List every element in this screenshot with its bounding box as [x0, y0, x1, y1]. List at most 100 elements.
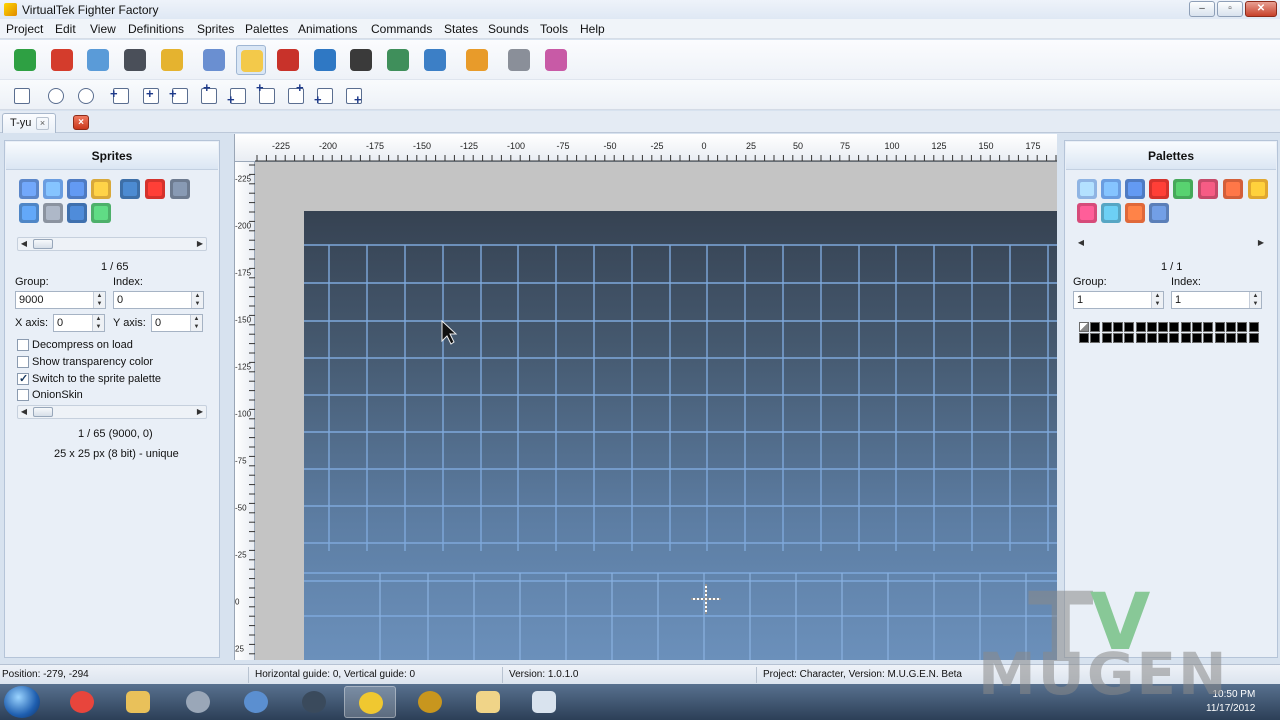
decompress-checkbox[interactable]: [17, 339, 29, 351]
spin-arrows-icon[interactable]: ▲ ▼: [190, 315, 202, 331]
scroll-left-icon[interactable]: ◀: [18, 238, 30, 250]
taskbar-steam[interactable]: [288, 686, 340, 718]
spin-arrows-icon[interactable]: ▲ ▼: [191, 292, 203, 308]
minimize-button[interactable]: –: [1189, 1, 1215, 17]
scroll-right-icon[interactable]: ▶: [194, 238, 206, 250]
transparency-checkbox[interactable]: [17, 356, 29, 368]
delete-palette-icon[interactable]: [1149, 179, 1169, 199]
palette-swatch[interactable]: [1101, 333, 1112, 343]
scroll-thumb[interactable]: [33, 407, 53, 417]
sprite-scrollbar[interactable]: ◀ ▶: [17, 237, 207, 251]
add-top-left-button[interactable]: +: [256, 81, 278, 107]
search-icon[interactable]: [19, 203, 39, 223]
palette-swatch[interactable]: [1112, 322, 1123, 332]
commands-button[interactable]: [310, 45, 340, 75]
animations-button[interactable]: [273, 45, 303, 75]
palette-swatch[interactable]: [1237, 333, 1248, 343]
palette-swatches[interactable]: [1079, 322, 1261, 344]
taskbar-itunes[interactable]: [230, 686, 282, 718]
group-input[interactable]: 9000 ▲ ▼: [15, 291, 106, 309]
palette-swatch[interactable]: [1203, 322, 1214, 332]
settings-button[interactable]: [541, 45, 571, 75]
export-icon[interactable]: [170, 179, 190, 199]
index-input[interactable]: 0 ▲ ▼: [113, 291, 204, 309]
tab-t-yu[interactable]: T-yu ×: [2, 113, 56, 133]
sounds-button[interactable]: [383, 45, 413, 75]
save-button[interactable]: [120, 45, 150, 75]
system-clock[interactable]: 10:50 PM 11/17/2012: [1206, 688, 1255, 716]
palette-group-input[interactable]: 1 ▲ ▼: [1073, 291, 1164, 309]
lock-button[interactable]: [157, 45, 187, 75]
palette-swatch[interactable]: [1214, 333, 1225, 343]
colors-icon[interactable]: [1077, 203, 1097, 223]
palette-swatch[interactable]: [1248, 333, 1259, 343]
close-window-button[interactable]: ✕: [1245, 1, 1277, 17]
start-button[interactable]: [4, 686, 40, 718]
menu-project[interactable]: Project: [6, 22, 43, 36]
characters-button[interactable]: [199, 45, 229, 75]
spin-arrows-icon[interactable]: ▲ ▼: [92, 315, 104, 331]
menu-view[interactable]: View: [90, 22, 116, 36]
palette-swatch[interactable]: [1146, 322, 1157, 332]
sprite-canvas[interactable]: -225 -200 -175 -150 -125 -100 -75 -50 -2…: [234, 134, 1057, 660]
palette-button[interactable]: [462, 45, 492, 75]
palette-swatch[interactable]: [1112, 333, 1123, 343]
add-center-button[interactable]: +: [140, 85, 162, 107]
tools-button[interactable]: [504, 45, 534, 75]
menu-edit[interactable]: Edit: [55, 22, 76, 36]
palette-swatch[interactable]: [1079, 333, 1089, 343]
palette-swatch[interactable]: [1214, 322, 1225, 332]
add-corner-right-button[interactable]: +: [343, 85, 365, 107]
taskbar-warcraft[interactable]: [404, 686, 456, 718]
export-image-button[interactable]: [420, 45, 450, 75]
zoom-in-button[interactable]: [45, 85, 67, 107]
sff-icon[interactable]: [91, 179, 111, 199]
taskbar-explorer[interactable]: [112, 686, 164, 718]
delete-icon[interactable]: [145, 179, 165, 199]
save-sprite-icon[interactable]: [67, 179, 87, 199]
open-sprite-icon[interactable]: [43, 179, 63, 199]
scroll-right-icon[interactable]: ▶: [194, 406, 206, 418]
onionskin-scrollbar[interactable]: ◀ ▶: [17, 405, 207, 419]
spin-arrows-icon[interactable]: ▲ ▼: [93, 292, 105, 308]
menu-commands[interactable]: Commands: [371, 22, 432, 36]
palette-index-input[interactable]: 1 ▲ ▼: [1171, 291, 1262, 309]
open-button[interactable]: [83, 45, 113, 75]
palette-swatch[interactable]: [1169, 333, 1180, 343]
taskbar-folder[interactable]: [462, 686, 514, 718]
new-palette-icon[interactable]: [1077, 179, 1097, 199]
taskbar-fighter-factory[interactable]: [344, 686, 396, 718]
yaxis-input[interactable]: 0 ▲ ▼: [151, 314, 203, 332]
redo-icon[interactable]: [1248, 179, 1268, 199]
add-top-right-button[interactable]: +: [285, 81, 307, 107]
zoom-out-button[interactable]: [75, 85, 97, 107]
palette-swatch[interactable]: [1169, 322, 1180, 332]
grid-icon[interactable]: [1198, 179, 1218, 199]
menu-palettes[interactable]: Palettes: [245, 22, 288, 36]
palette-swatch[interactable]: [1180, 322, 1191, 332]
undo-icon[interactable]: [1223, 179, 1243, 199]
palette-swatch[interactable]: [1158, 333, 1169, 343]
menu-help[interactable]: Help: [580, 22, 605, 36]
scroll-left-icon[interactable]: ◀: [18, 406, 30, 418]
tab-close-icon[interactable]: ×: [36, 117, 49, 130]
swap-icon[interactable]: [1125, 203, 1145, 223]
calculator-button[interactable]: [11, 85, 33, 107]
new-sprite-icon[interactable]: [19, 179, 39, 199]
xaxis-input[interactable]: 0 ▲ ▼: [53, 314, 105, 332]
palette-swatch[interactable]: [1225, 333, 1236, 343]
palette-swatch[interactable]: [1124, 322, 1135, 332]
palette-swatch[interactable]: [1180, 333, 1191, 343]
taskbar-headset[interactable]: [172, 686, 224, 718]
refresh-icon[interactable]: [1173, 179, 1193, 199]
palette-swatch[interactable]: [1090, 322, 1101, 332]
palette-swatch[interactable]: [1203, 333, 1214, 343]
menu-definitions[interactable]: Definitions: [128, 22, 184, 36]
palette-swatch[interactable]: [1101, 322, 1112, 332]
add-left-button[interactable]: +: [110, 85, 132, 107]
menu-tools[interactable]: Tools: [540, 22, 568, 36]
palette-swatch[interactable]: [1237, 322, 1248, 332]
onionskin-checkbox[interactable]: [17, 389, 29, 401]
open-palette-icon[interactable]: [1101, 179, 1121, 199]
add-corner-left-button[interactable]: +: [314, 85, 336, 107]
